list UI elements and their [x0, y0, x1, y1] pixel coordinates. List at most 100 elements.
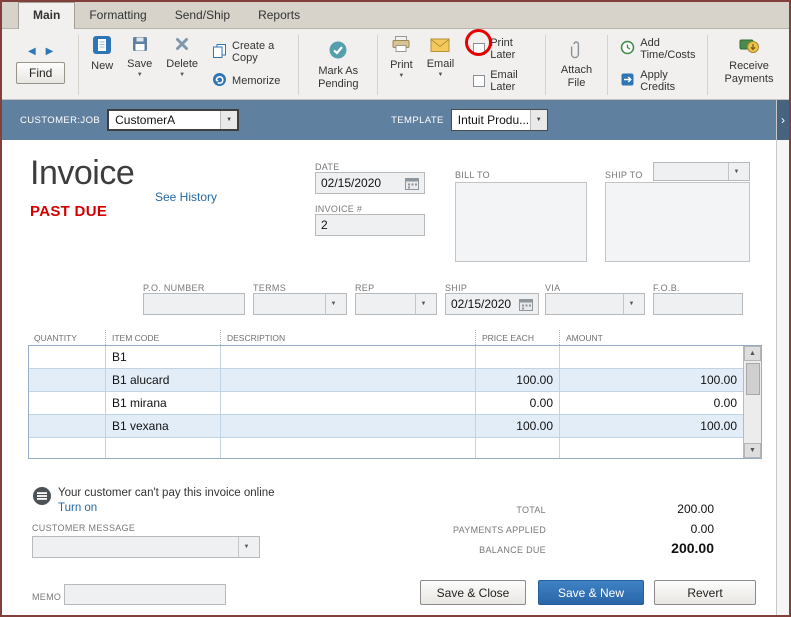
save-new-button[interactable]: Save & New: [538, 580, 644, 605]
apply-credits-button[interactable]: Apply Credits: [620, 69, 700, 93]
delete-label: Delete: [166, 58, 199, 70]
via-combo[interactable]: ▼: [545, 293, 645, 315]
delete-button[interactable]: Delete ▼: [159, 33, 205, 97]
print-icon: [391, 35, 411, 57]
date-label: DATE: [315, 162, 340, 172]
forward-arrow-icon[interactable]: ▶: [46, 46, 54, 57]
cell-item-code[interactable]: B1: [106, 346, 221, 368]
ship-to-caret-icon[interactable]: ▼: [728, 163, 744, 180]
save-button[interactable]: Save ▼: [120, 33, 159, 97]
scroll-up-icon[interactable]: ▲: [744, 346, 761, 361]
template-caret-icon[interactable]: ▼: [529, 110, 547, 130]
cell-quantity[interactable]: [29, 415, 106, 437]
tab-formatting[interactable]: Formatting: [75, 3, 160, 28]
memorize-button[interactable]: Memorize: [212, 72, 286, 90]
cell-item-code[interactable]: [106, 438, 221, 458]
cell-description[interactable]: [221, 346, 476, 368]
new-icon: [92, 35, 112, 58]
cell-price-each[interactable]: 0.00: [476, 392, 560, 414]
new-button[interactable]: New: [84, 33, 120, 97]
print-dropdown-caret-icon[interactable]: ▼: [398, 73, 404, 79]
rep-combo[interactable]: ▼: [355, 293, 437, 315]
terms-combo[interactable]: ▼: [253, 293, 347, 315]
cell-price-each[interactable]: 100.00: [476, 415, 560, 437]
cell-quantity[interactable]: [29, 438, 106, 458]
email-later-option[interactable]: Email Later: [473, 69, 532, 93]
tab-reports[interactable]: Reports: [244, 3, 314, 28]
find-group: ◀ ▶ Find: [8, 33, 73, 97]
print-later-checkbox[interactable]: [473, 43, 486, 55]
toolbar-separator: [544, 35, 546, 95]
ship-date-field[interactable]: 02/15/2020: [445, 293, 539, 315]
save-dropdown-caret-icon[interactable]: ▼: [137, 72, 143, 78]
calendar-icon[interactable]: [519, 298, 533, 311]
cell-item-code[interactable]: B1 vexana: [106, 415, 221, 437]
cell-price-each[interactable]: [476, 346, 560, 368]
cell-description[interactable]: [221, 415, 476, 437]
cell-item-code[interactable]: B1 alucard: [106, 369, 221, 391]
create-copy-button[interactable]: Create a Copy: [212, 40, 286, 64]
cell-quantity[interactable]: [29, 392, 106, 414]
print-later-option[interactable]: Print Later: [465, 29, 532, 61]
cell-quantity[interactable]: [29, 369, 106, 391]
receive-payments-button[interactable]: Receive Payments: [713, 33, 785, 97]
expand-panel-button[interactable]: ›: [777, 100, 789, 140]
cell-amount[interactable]: [560, 346, 743, 368]
cell-amount[interactable]: 0.00: [560, 392, 743, 414]
tab-send-ship[interactable]: Send/Ship: [161, 3, 244, 28]
save-close-button[interactable]: Save & Close: [420, 580, 526, 605]
via-caret-icon[interactable]: ▼: [623, 294, 639, 314]
scrollbar-thumb[interactable]: [745, 363, 760, 395]
cell-description[interactable]: [221, 438, 476, 458]
see-history-link[interactable]: See History: [155, 190, 217, 204]
mark-as-pending-icon: [328, 40, 348, 63]
fob-field[interactable]: [653, 293, 743, 315]
table-row-empty[interactable]: [29, 438, 743, 458]
cell-quantity[interactable]: [29, 346, 106, 368]
email-button[interactable]: Email ▼: [420, 33, 462, 97]
po-number-field[interactable]: [143, 293, 245, 315]
print-button[interactable]: Print ▼: [383, 33, 420, 97]
revert-button[interactable]: Revert: [654, 580, 756, 605]
column-header-quantity: QUANTITY: [34, 332, 77, 343]
rep-caret-icon[interactable]: ▼: [415, 294, 431, 314]
scroll-down-icon[interactable]: ▼: [744, 443, 761, 458]
customer-job-caret-icon[interactable]: ▼: [220, 111, 238, 129]
bill-to-box[interactable]: [455, 182, 587, 262]
cell-item-code[interactable]: B1 mirana: [106, 392, 221, 414]
invoice-number-field[interactable]: 2: [315, 214, 425, 236]
find-button[interactable]: Find: [16, 62, 66, 84]
turn-on-link[interactable]: Turn on: [58, 502, 97, 514]
ship-to-combo[interactable]: ▼: [653, 162, 750, 181]
line-items-table: QUANTITY ITEM CODE DESCRIPTION PRICE EAC…: [28, 330, 762, 459]
tab-main[interactable]: Main: [18, 2, 76, 29]
customer-message-caret-icon[interactable]: ▼: [238, 537, 254, 557]
save-icon: [131, 35, 149, 56]
customer-message-combo[interactable]: ▼: [32, 536, 260, 558]
cell-amount[interactable]: [560, 438, 743, 458]
customer-job-combo[interactable]: CustomerA ▼: [107, 109, 240, 131]
cell-amount[interactable]: 100.00: [560, 415, 743, 437]
attach-file-button[interactable]: Attach File: [550, 33, 602, 97]
date-field[interactable]: 02/15/2020: [315, 172, 425, 194]
cell-amount[interactable]: 100.00: [560, 369, 743, 391]
template-combo[interactable]: Intuit Produ... ▼: [450, 109, 548, 131]
memo-field[interactable]: [64, 584, 226, 605]
back-arrow-icon[interactable]: ◀: [28, 46, 36, 57]
cell-price-each[interactable]: [476, 438, 560, 458]
email-later-checkbox[interactable]: [473, 75, 486, 87]
print-label: Print: [390, 59, 413, 71]
terms-caret-icon[interactable]: ▼: [325, 294, 341, 314]
ship-to-box[interactable]: [605, 182, 750, 262]
ship-date-value: 02/15/2020: [451, 297, 512, 311]
total-value: 200.00: [677, 502, 714, 516]
cell-price-each[interactable]: 100.00: [476, 369, 560, 391]
add-time-costs-button[interactable]: Add Time/Costs: [620, 37, 700, 61]
delete-dropdown-caret-icon[interactable]: ▼: [179, 72, 185, 78]
table-scrollbar[interactable]: ▲ ▼: [743, 346, 761, 458]
mark-as-pending-button[interactable]: Mark As Pending: [304, 33, 372, 97]
email-dropdown-caret-icon[interactable]: ▼: [437, 72, 443, 78]
cell-description[interactable]: [221, 392, 476, 414]
calendar-icon[interactable]: [405, 177, 419, 190]
cell-description[interactable]: [221, 369, 476, 391]
